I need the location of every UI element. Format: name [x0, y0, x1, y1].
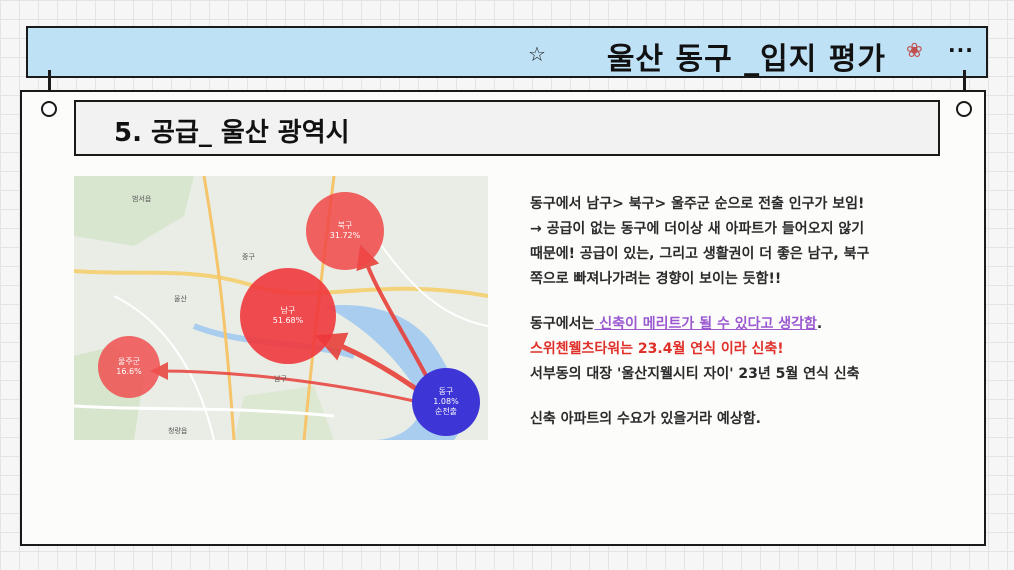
text-line: 스위첸웰츠타워는 23.4월 연식 이라 신축!	[530, 341, 784, 357]
map-label: 범서읍	[132, 195, 152, 203]
snail-icon: ❀	[906, 38, 923, 62]
title-bar: ☆ 울산 동구 _입지 평가 ❀ ···	[26, 26, 988, 78]
highlight-link[interactable]: 신축이 메리트가 될 수 있다고 생각함	[594, 316, 817, 332]
text-line: 때문에! 공급이 있는, 그리고 생활권이 더 좋은 남구, 북구	[530, 246, 870, 262]
bubble-donggu[interactable]: 동구 1.08% 순전출	[412, 368, 480, 436]
bubble-namgu: 남구 51.68%	[240, 268, 336, 364]
bubble-uljugun: 울주군 16.6%	[98, 336, 160, 398]
body-text: 동구에서 남구> 북구> 울주군 순으로 전출 인구가 보임! → 공급이 없는…	[530, 192, 960, 432]
map-label: 울산	[174, 295, 187, 303]
text-line: 서부동의 대장 '울산지웰시티 자이' 23년 5월 연식 신축	[530, 366, 860, 382]
section-header: 5. 공급_ 울산 광역시	[74, 100, 940, 156]
text-line: → 공급이 없는 동구에 더이상 새 아파트가 들어오지 않기	[530, 221, 865, 237]
text-line: 신축 아파트의 수요가 있을거라 예상함.	[530, 411, 761, 427]
page-title: 울산 동구 _입지 평가	[606, 42, 886, 77]
map-label: 중구	[242, 253, 255, 261]
more-icon[interactable]: ···	[948, 38, 974, 62]
text-line: 쪽으로 빠져나가려는 경향이 보이는 듯함!!	[530, 271, 782, 287]
pin-left	[41, 101, 57, 117]
section-title: 5. 공급_ 울산 광역시	[114, 118, 350, 148]
map-label: 청량읍	[168, 427, 188, 435]
text-line: 동구에서 남구> 북구> 울주군 순으로 전출 인구가 보임!	[530, 196, 865, 212]
pin-right	[956, 101, 972, 117]
text-line: 동구에서는 신축이 메리트가 될 수 있다고 생각함.	[530, 316, 823, 332]
bubble-bukgu: 북구 31.72%	[306, 192, 384, 270]
map-image: 범서읍 중구 남구 청량읍 울산 북구 31.72% 남구 51.68% 울주군…	[74, 176, 488, 440]
map-label: 남구	[274, 375, 287, 383]
star-icon: ☆	[528, 42, 546, 66]
